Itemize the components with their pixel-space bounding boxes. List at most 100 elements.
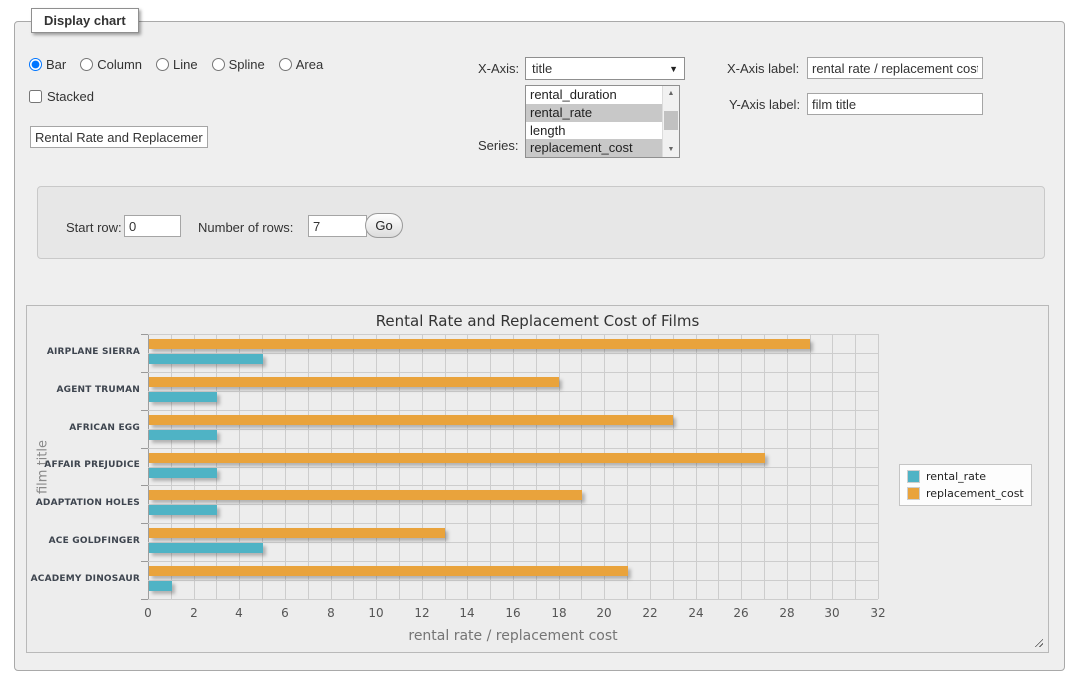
legend-swatch-icon: [907, 470, 920, 483]
chart-type-spline[interactable]: Spline: [212, 57, 265, 72]
category-label: AIRPLANE SIERRA: [28, 347, 140, 357]
x-axis-tick-label: 14: [450, 606, 484, 620]
chart-type-label: Spline: [229, 57, 265, 72]
x-axis-tick-label: 6: [268, 606, 302, 620]
chart-type-group: Bar Column Line Spline Area: [29, 57, 323, 72]
number-of-rows-label: Number of rows:: [198, 220, 293, 235]
series-option-rental_duration[interactable]: rental_duration: [526, 86, 662, 104]
chart-type-area[interactable]: Area: [279, 57, 323, 72]
scrollbar-thumb[interactable]: [664, 111, 678, 130]
y-axis-tick: [141, 334, 148, 335]
x-axis-tick-label: 0: [131, 606, 165, 620]
category-label: ADAPTATION HOLES: [28, 498, 140, 508]
x-axis-tick-label: 32: [861, 606, 895, 620]
legend-label: rental_rate: [926, 470, 986, 483]
chart-type-radio-spline[interactable]: [212, 58, 225, 71]
gridline-horizontal: [148, 504, 878, 505]
chart-type-label: Area: [296, 57, 323, 72]
gridline-horizontal: [148, 580, 878, 581]
legend-swatch-icon: [907, 487, 920, 500]
y-axis-tick: [141, 599, 148, 600]
number-of-rows-input[interactable]: [308, 215, 367, 237]
x-axis-select[interactable]: title ▼: [525, 57, 685, 80]
chart-type-label: Line: [173, 57, 198, 72]
y-axis-tick: [141, 448, 148, 449]
scroll-up-icon[interactable]: ▲: [663, 86, 679, 101]
chart-type-radio-column[interactable]: [80, 58, 93, 71]
bar-rental_rate: [149, 505, 217, 515]
chart-type-radio-area[interactable]: [279, 58, 292, 71]
chart-x-axis-title: rental rate / replacement cost: [148, 628, 878, 644]
y-axis-tick: [141, 561, 148, 562]
chart-type-bar[interactable]: Bar: [29, 57, 66, 72]
stacked-option[interactable]: Stacked: [29, 89, 94, 104]
x-axis-tick-label: 2: [177, 606, 211, 620]
series-option-replacement_cost[interactable]: replacement_cost: [526, 139, 662, 157]
gridline-horizontal: [148, 391, 878, 392]
gridline-horizontal: [148, 599, 878, 600]
scroll-down-icon[interactable]: ▼: [663, 142, 679, 157]
chart-type-column[interactable]: Column: [80, 57, 142, 72]
bar-rental_rate: [149, 354, 263, 364]
x-axis-tick-label: 8: [314, 606, 348, 620]
stacked-checkbox[interactable]: [29, 90, 42, 103]
category-label: AFFAIR PREJUDICE: [28, 460, 140, 470]
chart-legend: rental_ratereplacement_cost: [899, 464, 1032, 506]
chart-type-label: Column: [97, 57, 142, 72]
x-axis-tick-label: 24: [679, 606, 713, 620]
display-chart-fieldset: Display chart BarColumnLineSplineArea St…: [14, 21, 1065, 671]
x-axis-tick-label: 26: [724, 606, 758, 620]
category-label: AFRICAN EGG: [28, 423, 140, 433]
bar-replacement_cost: [149, 490, 582, 500]
y-axis-label-caption: Y-Axis label:: [729, 97, 800, 112]
gridline-horizontal: [148, 334, 878, 335]
category-label: ACE GOLDFINGER: [28, 536, 140, 546]
fieldset-title: Display chart: [31, 8, 139, 33]
chart-title-input[interactable]: [30, 126, 208, 148]
bar-replacement_cost: [149, 415, 673, 425]
x-axis-tick-label: 10: [359, 606, 393, 620]
row-range-panel: Start row: Number of rows: Go: [37, 186, 1045, 259]
category-label: AGENT TRUMAN: [28, 385, 140, 395]
gridline-horizontal: [148, 467, 878, 468]
series-scrollbar[interactable]: ▲ ▼: [662, 86, 679, 157]
series-option-rental_rate[interactable]: rental_rate: [526, 104, 662, 122]
y-axis-tick: [141, 410, 148, 411]
legend-item-rental_rate: rental_rate: [907, 470, 1024, 483]
x-axis-label-input[interactable]: [807, 57, 983, 79]
bar-rental_rate: [149, 581, 172, 591]
bar-rental_rate: [149, 392, 217, 402]
chart-type-radio-line[interactable]: [156, 58, 169, 71]
stacked-label: Stacked: [47, 89, 94, 104]
x-axis-tick-label: 28: [770, 606, 804, 620]
chart-resize-handle[interactable]: [1032, 636, 1043, 647]
bar-replacement_cost: [149, 528, 445, 538]
x-axis-tick-label: 18: [542, 606, 576, 620]
gridline-horizontal: [148, 561, 878, 562]
x-axis-selected-value: title: [532, 61, 552, 76]
bar-replacement_cost: [149, 453, 765, 463]
go-button[interactable]: Go: [365, 213, 403, 238]
y-axis-label-input[interactable]: [807, 93, 983, 115]
chart-title: Rental Rate and Replacement Cost of Film…: [27, 312, 1048, 330]
category-label: ACADEMY DINOSAUR: [28, 574, 140, 584]
x-axis-tick-label: 22: [633, 606, 667, 620]
bar-rental_rate: [149, 468, 217, 478]
start-row-input[interactable]: [124, 215, 181, 237]
start-row-label: Start row:: [66, 220, 122, 235]
gridline-vertical: [878, 334, 879, 599]
x-axis-tick-label: 30: [815, 606, 849, 620]
bar-rental_rate: [149, 430, 217, 440]
chart-type-radio-bar[interactable]: [29, 58, 42, 71]
x-axis-tick-label: 4: [222, 606, 256, 620]
x-axis-select-label: X-Axis:: [478, 61, 519, 76]
bar-replacement_cost: [149, 339, 810, 349]
chart-type-line[interactable]: Line: [156, 57, 198, 72]
series-select-label: Series:: [478, 138, 518, 153]
series-multiselect[interactable]: rental_durationrental_ratelengthreplacem…: [525, 85, 680, 158]
gridline-horizontal: [148, 372, 878, 373]
y-axis-tick: [141, 485, 148, 486]
series-option-length[interactable]: length: [526, 122, 662, 140]
bar-rental_rate: [149, 543, 263, 553]
gridline-horizontal: [148, 429, 878, 430]
